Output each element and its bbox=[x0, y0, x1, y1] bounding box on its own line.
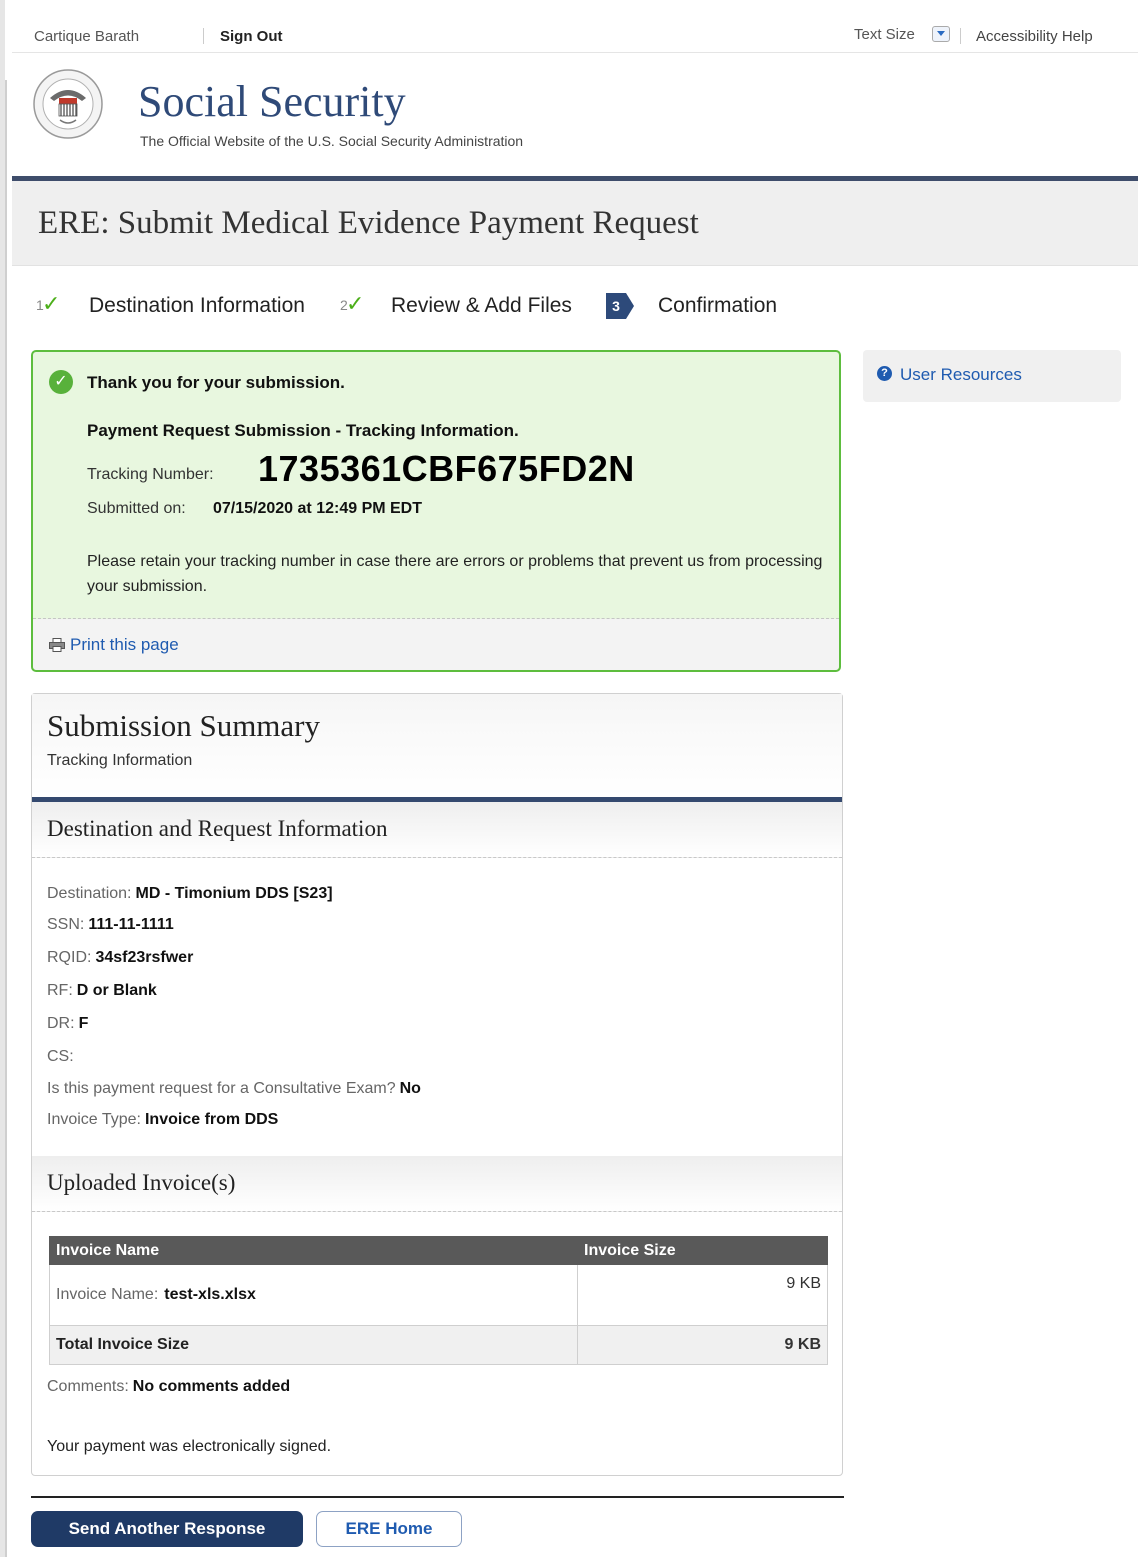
brand-name[interactable]: Social Security bbox=[138, 76, 406, 127]
rf-field: RF: D or Blank bbox=[47, 982, 157, 999]
invoices-section-header: Uploaded Invoice(s) bbox=[32, 1156, 842, 1212]
step-number: 1 ✓ bbox=[36, 291, 61, 316]
invoice-name-cell: Invoice Name: test-xls.xlsx bbox=[49, 1264, 578, 1326]
divider bbox=[203, 28, 204, 44]
brand-tagline: The Official Website of the U.S. Social … bbox=[140, 133, 524, 149]
step-number: 2 ✓ bbox=[340, 291, 365, 316]
ssa-seal-logo[interactable] bbox=[32, 68, 104, 140]
print-page-link[interactable]: Print this page bbox=[70, 635, 179, 655]
ssn-field: SSN: 111-11-1111 bbox=[47, 916, 174, 933]
utility-bar: Cartique Barath Sign Out Text Size Acces… bbox=[30, 24, 1120, 48]
table-header-row: Invoice Name Invoice Size bbox=[49, 1236, 828, 1265]
tracking-number-label: Tracking Number: bbox=[87, 466, 214, 483]
send-another-response-button[interactable]: Send Another Response bbox=[31, 1511, 303, 1547]
comments-field: Comments: No comments added bbox=[47, 1378, 291, 1395]
accessibility-help-link[interactable]: Accessibility Help bbox=[976, 28, 1093, 45]
help-icon[interactable]: ? bbox=[877, 366, 892, 381]
column-header: Invoice Name bbox=[49, 1236, 578, 1265]
destination-field: Destination: MD - Timonium DDS [S23] bbox=[47, 885, 333, 902]
table-total-row: Total Invoice Size 9 KB bbox=[49, 1325, 828, 1365]
destination-section-header: Destination and Request Information bbox=[32, 802, 842, 858]
check-icon: ✓ bbox=[42, 291, 61, 316]
consultative-exam-field: Is this payment request for a Consultati… bbox=[47, 1080, 421, 1097]
tracking-number: 1735361CBF675FD2N bbox=[258, 448, 635, 489]
check-icon: ✓ bbox=[346, 291, 365, 316]
step-label: Review & Add Files bbox=[391, 294, 572, 317]
user-resources-panel: ? User Resources bbox=[863, 350, 1121, 402]
submitted-on-value: 07/15/2020 at 12:49 PM EDT bbox=[213, 500, 423, 517]
checkmark-circle-icon: ✓ bbox=[49, 370, 73, 394]
progress-steps: 1 ✓ Destination Information 2 ✓ Review & A… bbox=[32, 288, 832, 324]
tracking-subheading: Payment Request Submission - Tracking In… bbox=[87, 421, 519, 440]
thank-you-message: Thank you for your submission. bbox=[87, 373, 345, 392]
retain-notice: Please retain your tracking number in ca… bbox=[87, 553, 823, 595]
user-resources-link[interactable]: User Resources bbox=[900, 365, 1022, 385]
left-edge-shadow bbox=[5, 80, 7, 1557]
invoice-type-field: Invoice Type: Invoice from DDS bbox=[47, 1111, 279, 1128]
signature-notice: Your payment was electronically signed. bbox=[47, 1438, 332, 1455]
rqid-field: RQID: 34sf23rsfwer bbox=[47, 949, 194, 966]
svg-text:3: 3 bbox=[612, 298, 620, 314]
invoice-table: Invoice Name Invoice Size Invoice Name: t… bbox=[49, 1236, 828, 1365]
divider bbox=[960, 28, 961, 44]
step-label: Destination Information bbox=[89, 294, 305, 317]
page-title: ERE: Submit Medical Evidence Payment Req… bbox=[38, 205, 699, 241]
submission-summary: Submission Summary Tracking Information … bbox=[31, 693, 843, 1476]
dr-field: DR: F bbox=[47, 1015, 89, 1032]
total-label-cell: Total Invoice Size bbox=[49, 1325, 578, 1365]
user-name: Cartique Barath bbox=[34, 28, 140, 45]
section-title: Destination and Request Information bbox=[47, 816, 388, 841]
text-size-label[interactable]: Text Size bbox=[854, 26, 915, 43]
confirmation-panel: ✓ Thank you for your submission. Payment… bbox=[31, 350, 841, 672]
printer-icon[interactable] bbox=[49, 638, 65, 652]
summary-subtitle: Tracking Information bbox=[47, 752, 193, 769]
sign-out-link[interactable]: Sign Out bbox=[220, 28, 283, 45]
chevron-down-icon[interactable] bbox=[932, 26, 950, 42]
active-step-badge: 3 bbox=[606, 293, 634, 319]
submitted-on-label: Submitted on: bbox=[87, 500, 186, 517]
step-label: Confirmation bbox=[658, 294, 778, 317]
ere-home-button[interactable]: ERE Home bbox=[316, 1511, 462, 1547]
column-header: Invoice Size bbox=[577, 1236, 828, 1265]
cs-field: CS: bbox=[47, 1048, 74, 1065]
section-title: Uploaded Invoice(s) bbox=[47, 1170, 236, 1195]
table-row: Invoice Name: test-xls.xlsx 9 KB bbox=[49, 1264, 828, 1326]
total-size-cell: 9 KB bbox=[577, 1325, 828, 1365]
summary-title: Submission Summary bbox=[47, 708, 321, 743]
invoice-size-cell: 9 KB bbox=[577, 1264, 828, 1326]
actions-rule bbox=[31, 1496, 844, 1498]
